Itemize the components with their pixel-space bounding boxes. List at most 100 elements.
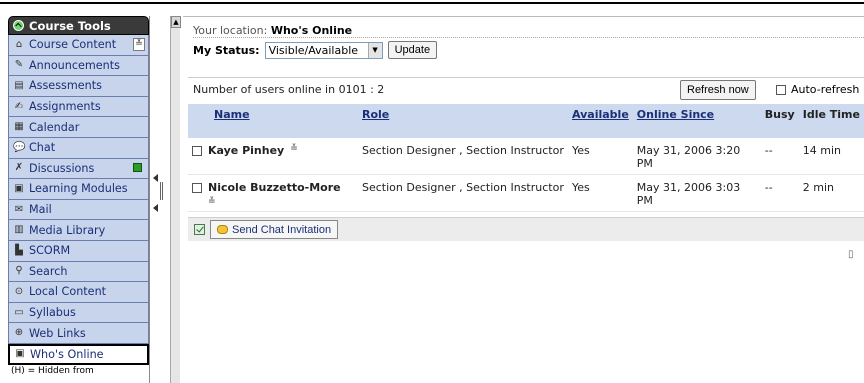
chevron-down-icon[interactable]: ▼ <box>367 42 382 58</box>
sidebar-item-search[interactable]: ⚲ Search <box>8 261 149 283</box>
media-library-icon: ▥ <box>14 224 24 236</box>
sidebar-item-course-content[interactable]: ⌂ Course Content ≚ <box>8 35 149 56</box>
sidebar-header[interactable]: Course Tools <box>8 16 149 35</box>
idle-time-cell: 14 min <box>798 138 864 175</box>
home-icon: ⌂ <box>15 38 23 50</box>
online-count: Number of users online in 0101 : 2 <box>188 77 864 101</box>
user-name[interactable]: Kaye Pinhey <box>208 144 284 157</box>
sidebar-item-label: SCORM <box>29 244 71 258</box>
refresh-now-button[interactable]: Refresh now <box>680 80 756 100</box>
table-actions: Send Chat Invitation <box>188 217 864 241</box>
sidebar-item-label: Discussions <box>29 161 95 175</box>
auto-refresh-toggle[interactable]: Auto-refresh <box>776 83 859 96</box>
sidebar-item-label: Mail <box>29 203 52 217</box>
sidebar-item-syllabus[interactable]: ▭ Syllabus <box>8 302 149 324</box>
sidebar-item-discussions[interactable]: ✗ Discussions <box>8 158 149 180</box>
chat-icon: 💬 <box>13 141 26 153</box>
sidebar-item-scorm[interactable]: ▙ SCORM <box>8 240 149 262</box>
send-chat-invitation-button[interactable]: Send Chat Invitation <box>210 220 339 239</box>
sidebar-item-learning-modules[interactable]: ▣ Learning Modules <box>8 179 149 200</box>
drag-grip-icon[interactable] <box>160 182 163 200</box>
update-button[interactable]: Update <box>387 41 438 59</box>
user-card-icon[interactable]: ≚ <box>290 144 300 154</box>
role-cell: Section Designer , Section Instructor <box>358 174 568 212</box>
sidebar-collapse-handle[interactable] <box>152 172 166 212</box>
sidebar-item-label: Chat <box>29 141 56 155</box>
column-header-available[interactable]: Available <box>568 104 633 138</box>
column-header-online-since[interactable]: Online Since <box>632 104 761 138</box>
search-icon: ⚲ <box>15 265 23 277</box>
scroll-up-arrow-icon[interactable]: ▲ <box>171 16 181 28</box>
sidebar-item-mail[interactable]: ✉ Mail <box>8 199 149 221</box>
hidden-footnote: (H) = Hidden from <box>11 365 94 376</box>
idle-time-cell: 2 min <box>798 174 864 212</box>
sidebar-item-label: Local Content <box>29 285 107 299</box>
auto-refresh-label: Auto-refresh <box>791 83 860 96</box>
sidebar-item-label: Learning Modules <box>29 182 128 196</box>
sidebar-item-who-s-online[interactable]: ▣ Who's Online <box>8 343 149 365</box>
syllabus-icon: ▭ <box>14 306 24 318</box>
status-label: My Status: <box>193 43 260 57</box>
top-border <box>0 0 864 4</box>
available-cell: Yes <box>568 138 633 175</box>
row-select-checkbox[interactable] <box>192 146 202 156</box>
sidebar-item-label: Who's Online <box>30 347 104 361</box>
sidebar-item-local-content[interactable]: ⊙ Local Content <box>8 282 149 303</box>
announcement-icon: ✎ <box>14 59 24 71</box>
available-cell: Yes <box>568 174 633 212</box>
sidebar-item-assessments[interactable]: ▤ Assessments <box>8 76 149 97</box>
collapse-arrow-icon[interactable] <box>153 204 158 212</box>
module-icon: ▣ <box>14 182 24 194</box>
auto-refresh-checkbox[interactable] <box>776 84 786 95</box>
online-users-table: Name Role Available Online Since Busy Id… <box>188 104 864 212</box>
web-links-icon: ⊕ <box>14 327 24 339</box>
column-header-idle-time: Idle Time <box>798 104 864 138</box>
table-header-row: Name Role Available Online Since Busy Id… <box>188 104 864 138</box>
status-select[interactable]: Visible/Available ▼ <box>264 41 383 59</box>
table-row: Kaye Pinhey ≚ Section Designer , Section… <box>188 138 864 175</box>
new-posts-icon <box>133 162 142 172</box>
breadcrumb: Your location: Who's Online <box>193 24 352 37</box>
local-content-icon: ⊙ <box>14 285 24 297</box>
sidebar-item-label: Search <box>29 264 68 278</box>
discussion-icon: ✗ <box>14 162 24 174</box>
location-page: Who's Online <box>270 24 353 37</box>
sidebar-item-web-links[interactable]: ⊕ Web Links <box>8 323 149 344</box>
status-row: My Status: Visible/Available ▼ Update <box>193 41 438 59</box>
sidebar-item-calendar[interactable]: ▦ Calendar <box>8 117 149 138</box>
user-name[interactable]: Nicole Buzzetto-More <box>208 181 341 194</box>
user-card-icon[interactable]: ≚ <box>208 197 218 207</box>
table-row: Nicole Buzzetto-More ≚ Section Designer … <box>188 174 864 212</box>
location-prefix: Your location: <box>193 24 268 37</box>
sidebar-item-label: Assessments <box>29 79 102 93</box>
online-since-cell: May 31, 2006 3:03 PM <box>632 174 761 212</box>
online-since-cell: May 31, 2006 3:20 PM <box>632 138 761 175</box>
scorm-icon: ▙ <box>15 244 23 256</box>
vertical-scrollbar[interactable]: ▲ <box>170 16 181 383</box>
assignment-icon: ✍ <box>14 100 24 112</box>
whos-online-icon: ▣ <box>15 348 25 360</box>
select-all-icon[interactable] <box>194 224 205 235</box>
column-header-role[interactable]: Role <box>358 104 568 138</box>
row-select-checkbox[interactable] <box>192 183 202 193</box>
collapse-circle-icon[interactable] <box>13 20 24 31</box>
sidebar-item-label: Web Links <box>29 326 86 340</box>
user-name-cell: Kaye Pinhey ≚ <box>188 138 358 175</box>
sidebar-item-assignments[interactable]: ✍ Assignments <box>8 96 149 118</box>
sidebar-item-label: Media Library <box>29 223 106 237</box>
page-options-icon[interactable]: ▯ <box>848 249 860 261</box>
sidebar-item-label: Course Content <box>29 38 117 52</box>
online-count-text: Number of users online in 0101 : 2 <box>193 83 385 96</box>
sidebar-item-media-library[interactable]: ▥ Media Library <box>8 220 149 241</box>
calendar-icon: ▦ <box>14 121 24 133</box>
column-header-busy: Busy <box>760 104 799 138</box>
sidebar-item-announcements[interactable]: ✎ Announcements <box>8 55 149 77</box>
sidebar-item-chat[interactable]: 💬 Chat <box>8 137 149 159</box>
status-selected-value: Visible/Available <box>268 43 359 57</box>
column-header-name[interactable]: Name <box>188 104 358 138</box>
collapse-arrow-icon[interactable] <box>153 174 158 182</box>
chat-bubble-icon <box>217 225 228 234</box>
sidebar-item-label: Announcements <box>29 58 120 72</box>
sidebar-item-label: Syllabus <box>29 306 76 320</box>
expand-icon[interactable]: ≚ <box>133 38 145 51</box>
